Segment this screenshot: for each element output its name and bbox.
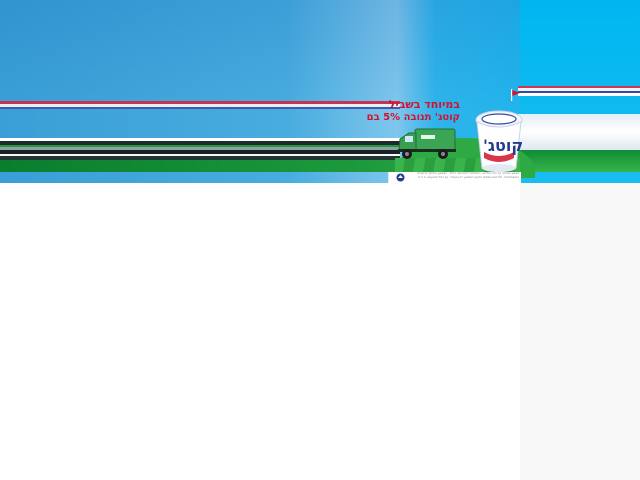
right-stripes bbox=[518, 86, 640, 116]
fine-print-text: מבצע בתוקף עד גמר המלאי. התמונות להמחשה … bbox=[417, 172, 519, 179]
right-side-column bbox=[520, 183, 640, 480]
headline-line-2: קוטג' תנובה 5% בם bbox=[366, 112, 460, 123]
product-brand-label: קוטג' bbox=[483, 136, 524, 155]
right-white-band bbox=[510, 114, 640, 150]
brand-logo-icon bbox=[396, 173, 405, 182]
page-body bbox=[0, 183, 520, 480]
ad-headline: במיוחד בשביל קוטג' תנובה 5% בם bbox=[366, 98, 460, 124]
headline-line-1: במיוחד בשביל bbox=[388, 98, 460, 111]
flag-icon bbox=[511, 89, 520, 101]
ad-banner[interactable]: במיוחד בשביל קוטג' תנובה 5% בם קוטג' מבצ… bbox=[0, 0, 640, 183]
stripe-blue bbox=[0, 107, 400, 109]
delivery-truck-icon bbox=[398, 128, 456, 159]
